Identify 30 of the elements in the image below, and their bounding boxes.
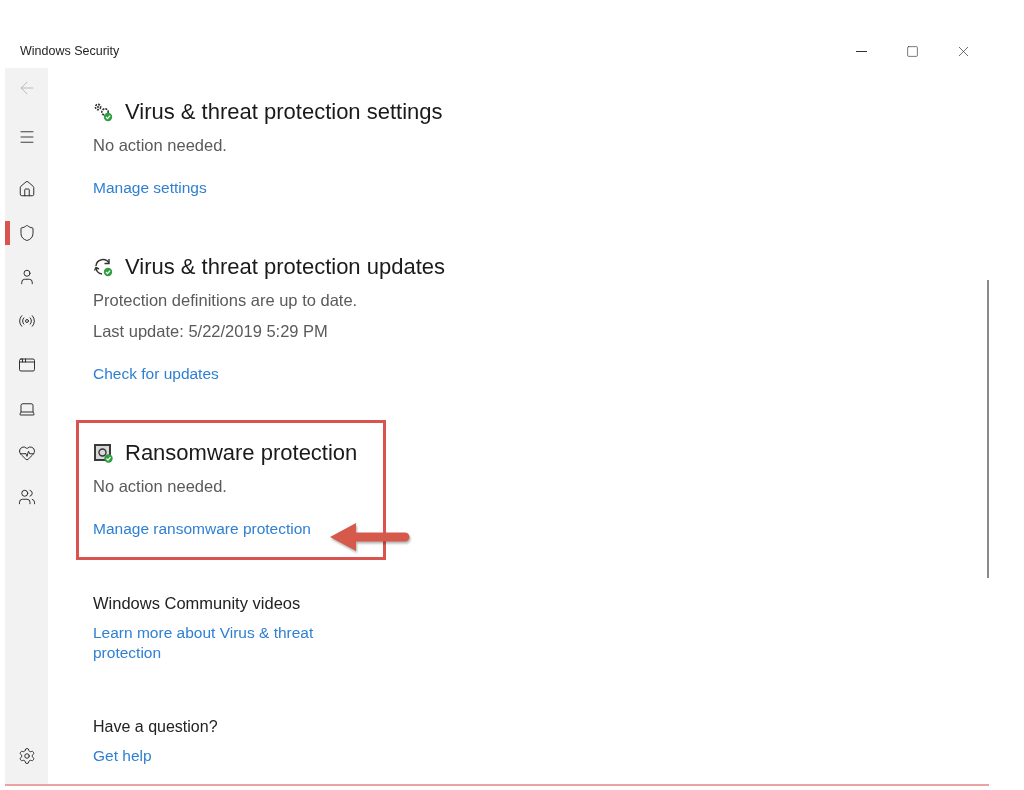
gears-check-icon bbox=[93, 102, 113, 122]
refresh-check-icon bbox=[93, 257, 113, 277]
menu-icon bbox=[17, 128, 36, 146]
people-icon bbox=[17, 488, 36, 506]
community-link[interactable]: Learn more about Virus & threat protection bbox=[93, 623, 333, 663]
section-title: Virus & threat protection updates bbox=[125, 255, 445, 279]
status-text: No action needed. bbox=[93, 476, 227, 497]
status-text: Protection definitions are up to date. bbox=[93, 290, 358, 311]
help-title: Have a question? bbox=[93, 717, 218, 737]
safe-check-icon bbox=[93, 443, 113, 463]
section-link[interactable]: Manage ransomware protection bbox=[93, 518, 311, 540]
status-text: Last update: 5/22/2019 5:29 PM bbox=[93, 321, 328, 342]
scrollbar-thumb[interactable] bbox=[987, 280, 989, 578]
section-link[interactable]: Manage settings bbox=[93, 177, 207, 199]
shield-icon bbox=[17, 224, 36, 242]
window-title: Windows Security bbox=[20, 44, 121, 58]
minimize-icon bbox=[856, 50, 867, 52]
laptop-icon bbox=[17, 400, 36, 418]
home-icon bbox=[17, 180, 36, 198]
wireless-icon bbox=[17, 312, 36, 330]
window-icon bbox=[17, 356, 36, 374]
status-text: No action needed. bbox=[93, 135, 227, 156]
section-link[interactable]: Check for updates bbox=[93, 363, 219, 385]
community-title: Windows Community videos bbox=[93, 593, 301, 614]
settings-icon bbox=[17, 747, 36, 765]
help-link[interactable]: Get help bbox=[93, 745, 152, 767]
heart-pulse-icon bbox=[17, 444, 36, 462]
maximize-icon bbox=[906, 44, 919, 58]
section-title: Ransomware protection bbox=[125, 441, 358, 465]
section-title: Virus & threat protection settings bbox=[125, 100, 443, 124]
